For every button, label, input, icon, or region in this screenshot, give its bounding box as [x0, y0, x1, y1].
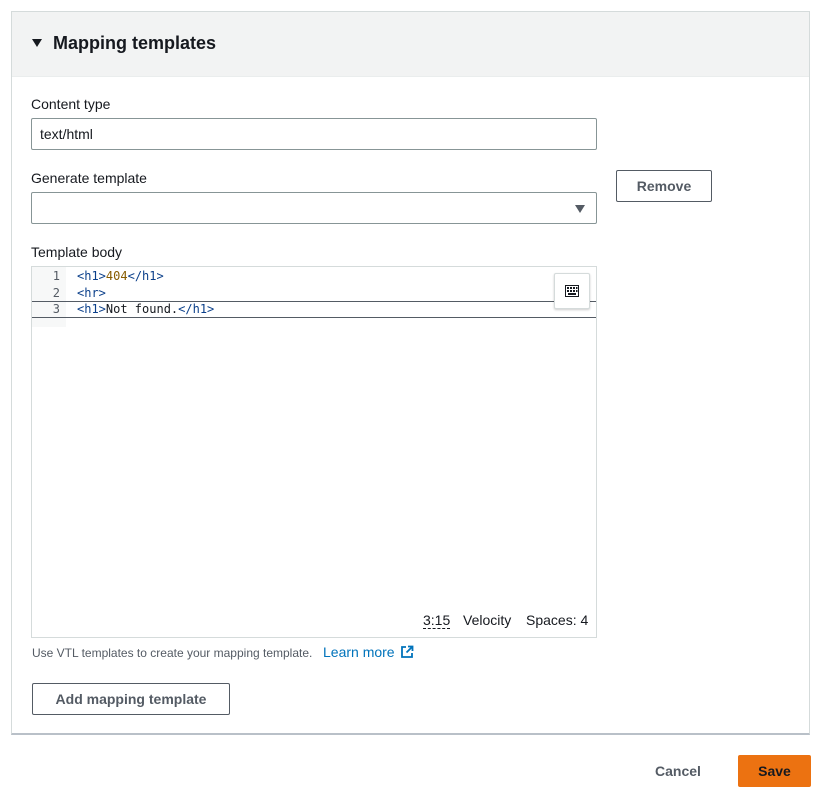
- content-type-input[interactable]: [31, 118, 597, 150]
- help-text: Use VTL templates to create your mapping…: [32, 646, 313, 660]
- caret-down-icon[interactable]: [32, 39, 42, 47]
- learn-more-label: Learn more: [323, 644, 395, 660]
- language-indicator: Velocity: [463, 612, 512, 628]
- line-number: 1: [52, 269, 60, 283]
- spaces-indicator: Spaces: 4: [526, 612, 589, 628]
- line-number: 3: [52, 302, 60, 316]
- remove-button[interactable]: Remove: [616, 170, 712, 202]
- template-body-label: Template body: [31, 244, 123, 260]
- caret-down-icon: [575, 205, 585, 213]
- code-line: 2 <hr>: [32, 285, 596, 302]
- template-body-editor[interactable]: 1 <h1>404</h1> 2 <hr> 3 <h1>Not found.</…: [31, 266, 597, 638]
- keyboard-icon: [565, 285, 579, 297]
- mapping-templates-panel: Mapping templates Content type Generate …: [11, 11, 810, 735]
- cancel-button[interactable]: Cancel: [640, 755, 716, 787]
- keyboard-shortcuts-button[interactable]: [554, 273, 590, 309]
- panel-title[interactable]: Mapping templates: [53, 31, 216, 55]
- cursor-position[interactable]: 3:15: [423, 612, 451, 629]
- line-number: 2: [52, 286, 60, 300]
- add-mapping-template-button[interactable]: Add mapping template: [32, 683, 230, 715]
- generate-template-label: Generate template: [31, 170, 147, 186]
- code-line: 1 <h1>404</h1>: [32, 268, 596, 285]
- external-link-icon: [400, 645, 413, 658]
- content-type-label: Content type: [31, 96, 111, 112]
- panel-header[interactable]: Mapping templates: [12, 12, 809, 77]
- save-button[interactable]: Save: [738, 755, 811, 787]
- code-line-active: 3 <h1>Not found.</h1>: [32, 301, 596, 318]
- code-content: <h1>Not found.</h1>: [77, 302, 215, 316]
- code-content: <hr>: [77, 286, 106, 300]
- code-content: <h1>404</h1>: [77, 269, 164, 283]
- generate-template-select[interactable]: [31, 192, 597, 224]
- learn-more-link[interactable]: Learn more: [323, 644, 414, 660]
